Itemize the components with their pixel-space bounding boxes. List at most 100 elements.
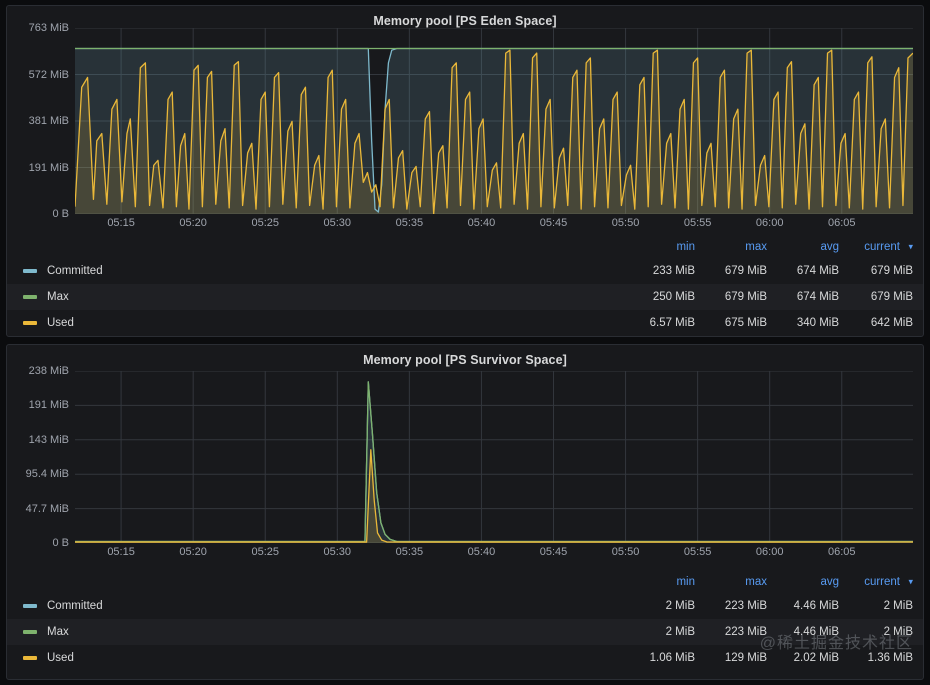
x-axis-tick: 05:35 xyxy=(395,546,424,558)
graph-area[interactable]: 238 MiB 191 MiB 143 MiB 95.4 MiB 47.7 MiB 0 B xyxy=(7,365,923,549)
legend-value-current: 679 MiB xyxy=(870,265,913,277)
y-axis-tick: 381 MiB xyxy=(28,115,69,127)
legend-row[interactable]: Used 1.06 MiB 129 MiB 2.02 MiB 1.36 MiB xyxy=(7,645,923,671)
legend-row[interactable]: Committed 233 MiB 679 MiB 674 MiB 679 MiB xyxy=(7,258,923,284)
legend-series-label: Max xyxy=(47,291,69,303)
legend-value-avg: 674 MiB xyxy=(796,291,839,303)
legend-series[interactable]: Used xyxy=(23,652,617,664)
legend-series-label: Committed xyxy=(47,600,103,612)
y-axis-tick: 191 MiB xyxy=(28,399,69,412)
plot-canvas[interactable] xyxy=(75,28,913,214)
legend-value-avg: 340 MiB xyxy=(796,317,839,329)
legend-value-max: 679 MiB xyxy=(724,265,767,277)
x-axis-tick: 05:35 xyxy=(395,217,424,229)
legend-header-max[interactable]: max xyxy=(695,241,767,253)
legend-series-label: Committed xyxy=(47,265,103,277)
x-axis-tick: 05:50 xyxy=(611,217,640,229)
legend-value-max: 223 MiB xyxy=(724,600,767,612)
grafana-dashboard: Memory pool [PS Eden Space] 763 MiB 572 M… xyxy=(0,0,930,685)
legend-header-current[interactable]: current ▾ xyxy=(839,576,913,588)
legend-header-row: min max avg current ▾ xyxy=(7,571,923,593)
y-axis-tick: 191 MiB xyxy=(28,161,69,174)
legend-value-avg: 674 MiB xyxy=(796,265,839,277)
legend-row[interactable]: Max 250 MiB 679 MiB 674 MiB 679 MiB xyxy=(7,284,923,310)
legend-series[interactable]: Committed xyxy=(23,265,617,277)
legend-value-min: 1.06 MiB xyxy=(649,652,695,664)
x-axis-tick: 05:25 xyxy=(251,217,279,229)
y-axis-tick: 238 MiB xyxy=(28,365,69,377)
legend-value-current: 2 MiB xyxy=(883,600,913,612)
legend-header-current[interactable]: current ▾ xyxy=(839,241,913,253)
series-color-swatch[interactable] xyxy=(23,604,37,608)
x-axis-tick: 05:45 xyxy=(539,546,568,558)
x-axis-tick: 05:15 xyxy=(107,546,135,558)
legend-header-avg[interactable]: avg xyxy=(767,576,839,588)
legend-value-max: 675 MiB xyxy=(724,317,767,329)
panel-memory-pool-ps-eden-space: Memory pool [PS Eden Space] 763 MiB 572 M… xyxy=(6,5,924,337)
legend-series[interactable]: Committed xyxy=(23,600,617,612)
legend-value-current: 2 MiB xyxy=(883,626,913,638)
y-axis-tick: 47.7 MiB xyxy=(25,502,69,515)
legend-series-label: Max xyxy=(47,626,69,638)
x-axis-tick: 05:20 xyxy=(179,546,207,558)
series-color-swatch[interactable] xyxy=(23,321,37,325)
x-axis-tick: 05:55 xyxy=(683,217,712,229)
legend-header-min[interactable]: min xyxy=(617,241,695,253)
legend-table: min max avg current ▾ Committed 233 MiB 679 MiB… xyxy=(7,236,923,336)
y-axis-tick: 143 MiB xyxy=(28,433,69,446)
graph-area[interactable]: 763 MiB 572 MiB 381 MiB 191 MiB 0 B xyxy=(7,22,923,220)
legend-header-max[interactable]: max xyxy=(695,576,767,588)
legend-value-avg: 4.46 MiB xyxy=(793,600,839,612)
legend-value-avg: 4.46 MiB xyxy=(793,626,839,638)
x-axis-tick: 05:55 xyxy=(683,546,712,558)
legend-series[interactable]: Max xyxy=(23,291,617,303)
legend-value-max: 679 MiB xyxy=(724,291,767,303)
legend-value-current: 679 MiB xyxy=(870,291,913,303)
x-axis-tick: 06:00 xyxy=(755,546,784,558)
plot-canvas[interactable] xyxy=(75,371,913,543)
x-axis-tick: 05:45 xyxy=(539,217,568,229)
y-axis-tick: 763 MiB xyxy=(28,22,69,34)
legend-row[interactable]: Committed 2 MiB 223 MiB 4.46 MiB 2 MiB xyxy=(7,593,923,619)
legend-value-max: 129 MiB xyxy=(724,652,767,664)
legend-value-min: 6.57 MiB xyxy=(649,317,695,329)
x-axis-tick: 05:20 xyxy=(179,217,207,229)
legend-value-min: 250 MiB xyxy=(652,291,695,303)
y-axis-tick: 0 B xyxy=(52,537,69,549)
legend-row[interactable]: Used 6.57 MiB 675 MiB 340 MiB 642 MiB xyxy=(7,310,923,336)
x-axis-tick: 05:30 xyxy=(323,546,352,558)
legend-table: min max avg current ▾ Committed 2 MiB 223 MiB 4.… xyxy=(7,571,923,671)
legend-series-label: Used xyxy=(47,652,74,664)
chevron-down-icon[interactable]: ▾ xyxy=(908,577,913,588)
x-axis-tick: 05:40 xyxy=(467,217,496,229)
y-axis: 238 MiB 191 MiB 143 MiB 95.4 MiB 47.7 MiB 0 B xyxy=(7,365,75,549)
y-axis-tick: 0 B xyxy=(52,208,69,220)
legend-value-min: 233 MiB xyxy=(652,265,695,277)
x-axis-tick: 05:40 xyxy=(467,546,496,558)
legend-header-row: min max avg current ▾ xyxy=(7,236,923,258)
panel-memory-pool-ps-survivor-space: Memory pool [PS Survivor Space] 238 MiB 1… xyxy=(6,344,924,680)
x-axis-tick: 05:30 xyxy=(323,217,352,229)
x-axis-tick: 05:15 xyxy=(107,217,135,229)
panel-title[interactable]: Memory pool [PS Eden Space] xyxy=(7,6,923,28)
legend-header-min[interactable]: min xyxy=(617,576,695,588)
legend-value-max: 223 MiB xyxy=(724,626,767,638)
x-axis-tick: 06:05 xyxy=(828,217,856,229)
x-axis-tick: 05:50 xyxy=(611,546,640,558)
legend-header-avg[interactable]: avg xyxy=(767,241,839,253)
panel-title[interactable]: Memory pool [PS Survivor Space] xyxy=(7,345,923,371)
chevron-down-icon[interactable]: ▾ xyxy=(908,242,913,253)
x-axis: 05:15 05:20 05:25 05:30 05:35 05:40 05:45 05:50… xyxy=(75,214,913,230)
x-axis-tick: 05:25 xyxy=(251,546,279,558)
legend-series-label: Used xyxy=(47,317,74,329)
series-color-swatch[interactable] xyxy=(23,630,37,634)
series-color-swatch[interactable] xyxy=(23,295,37,299)
y-axis: 763 MiB 572 MiB 381 MiB 191 MiB 0 B xyxy=(7,22,75,220)
legend-series[interactable]: Used xyxy=(23,317,617,329)
y-axis-tick: 572 MiB xyxy=(28,68,69,81)
legend-row[interactable]: Max 2 MiB 223 MiB 4.46 MiB 2 MiB xyxy=(7,619,923,645)
legend-series[interactable]: Max xyxy=(23,626,617,638)
x-axis-tick: 06:00 xyxy=(755,217,784,229)
series-color-swatch[interactable] xyxy=(23,656,37,660)
series-color-swatch[interactable] xyxy=(23,269,37,273)
